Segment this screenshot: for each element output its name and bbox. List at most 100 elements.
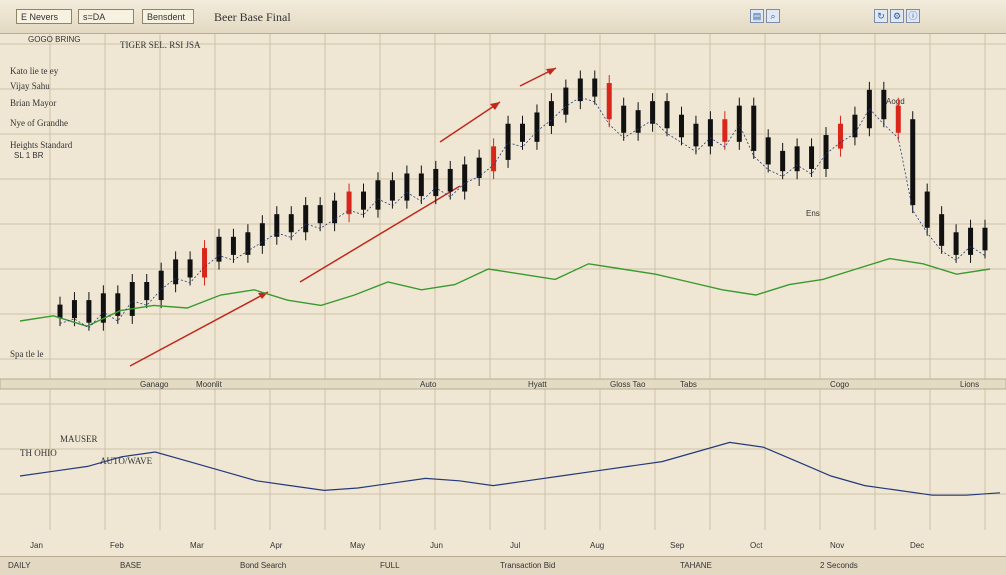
candle-body[interactable] bbox=[563, 87, 569, 115]
separator-label: Lions bbox=[960, 380, 979, 389]
lower-caption-a: MAUSER bbox=[60, 434, 98, 444]
candle-body[interactable] bbox=[520, 123, 525, 142]
lower-caption-c: AUTO/WAVE bbox=[100, 456, 153, 466]
axis-tick-label: Nov bbox=[830, 541, 844, 550]
candle-body[interactable] bbox=[245, 232, 251, 255]
status-item-3[interactable]: Bond Search bbox=[240, 560, 286, 572]
candle-body[interactable] bbox=[317, 205, 323, 224]
candle-body[interactable] bbox=[288, 214, 294, 233]
candle-body[interactable] bbox=[765, 137, 771, 165]
candle-body[interactable] bbox=[216, 236, 222, 262]
candle-body[interactable] bbox=[57, 304, 63, 319]
candle-body[interactable] bbox=[259, 223, 265, 246]
chart-area: Ganago Moonlit Auto Hyatt Gloss Tao Tabs Cogo L… bbox=[0, 34, 1006, 561]
candle-body[interactable] bbox=[910, 119, 916, 206]
candle-body[interactable] bbox=[389, 180, 395, 201]
axis-tick-label: Apr bbox=[270, 541, 283, 550]
axis-tick-label: Feb bbox=[110, 541, 124, 550]
candle-body[interactable] bbox=[230, 236, 236, 255]
candle-body[interactable] bbox=[693, 123, 699, 147]
candle-body[interactable] bbox=[534, 112, 540, 142]
candle-body[interactable] bbox=[548, 101, 554, 126]
candle-body[interactable] bbox=[202, 248, 208, 278]
peak-label: Aogd bbox=[886, 97, 905, 106]
axis-tick-label: Jan bbox=[30, 541, 43, 550]
zoom-icon[interactable]: ⌕ bbox=[766, 9, 780, 23]
candle-body[interactable] bbox=[953, 232, 959, 255]
separator-label: Ganago bbox=[140, 380, 169, 389]
refresh-icon[interactable]: ↻ bbox=[874, 9, 888, 23]
candle-body[interactable] bbox=[780, 150, 786, 172]
candle-body[interactable] bbox=[173, 259, 179, 285]
lower-caption-b: TH OHIO bbox=[20, 448, 57, 458]
info-icon[interactable]: ⓘ bbox=[906, 9, 920, 23]
candle-body[interactable] bbox=[924, 191, 930, 228]
candle-body[interactable] bbox=[650, 101, 656, 124]
candle-body[interactable] bbox=[158, 270, 164, 301]
candle-body[interactable] bbox=[895, 105, 901, 133]
candle-body[interactable] bbox=[491, 146, 497, 172]
status-item-5[interactable]: Transaction Bid bbox=[500, 560, 555, 572]
toolbar-item-2[interactable]: s=DA bbox=[78, 9, 134, 24]
candle-body[interactable] bbox=[332, 200, 338, 224]
axis-tick-label: Dec bbox=[910, 541, 924, 550]
separator-label: Gloss Tao bbox=[610, 380, 646, 389]
candle-body[interactable] bbox=[794, 146, 800, 172]
candle-body[interactable] bbox=[722, 119, 728, 142]
candle-body[interactable] bbox=[303, 205, 309, 233]
axis-tick-label: Sep bbox=[670, 541, 685, 550]
candle-body[interactable] bbox=[187, 259, 193, 278]
candle-body[interactable] bbox=[592, 78, 598, 97]
candle-body[interactable] bbox=[71, 300, 77, 319]
status-item-2[interactable]: BASE bbox=[120, 560, 141, 572]
separator-label: Cogo bbox=[830, 380, 850, 389]
candle-body[interactable] bbox=[982, 227, 988, 251]
status-item-1[interactable]: DAILY bbox=[8, 560, 31, 572]
separator-label: Hyatt bbox=[528, 380, 547, 389]
candle-body[interactable] bbox=[361, 191, 367, 210]
settings-icon[interactable]: ⚙ bbox=[890, 9, 904, 23]
candle-body[interactable] bbox=[433, 168, 439, 197]
candle-body[interactable] bbox=[837, 123, 843, 149]
candle-body[interactable] bbox=[621, 105, 627, 133]
status-item-6[interactable]: TAHANE bbox=[680, 560, 712, 572]
toolbar-item-1[interactable]: E Nevers bbox=[16, 9, 72, 24]
separator-label: Tabs bbox=[680, 380, 697, 389]
candle-body[interactable] bbox=[809, 146, 815, 169]
candle-body[interactable] bbox=[404, 173, 410, 201]
candle-body[interactable] bbox=[129, 282, 135, 316]
status-item-7[interactable]: 2 Seconds bbox=[820, 560, 858, 572]
axis-tick-label: Oct bbox=[750, 541, 763, 550]
status-item-4[interactable]: FULL bbox=[380, 560, 400, 572]
chart-canvas[interactable]: Ganago Moonlit Auto Hyatt Gloss Tao Tabs Cogo L… bbox=[0, 34, 1006, 556]
chart-icon[interactable]: ▤ bbox=[750, 9, 764, 23]
candle-body[interactable] bbox=[462, 164, 468, 192]
candle-body[interactable] bbox=[505, 123, 511, 160]
candle-body[interactable] bbox=[751, 105, 757, 151]
separator-label: Moonlit bbox=[196, 380, 223, 389]
candle-body[interactable] bbox=[664, 101, 670, 129]
trading-app: E Nevers s=DA Bensdent Beer Base Final ▤… bbox=[0, 0, 1006, 575]
candle-body[interactable] bbox=[852, 114, 858, 138]
toolbar: E Nevers s=DA Bensdent Beer Base Final ▤… bbox=[0, 0, 1006, 34]
candle-body[interactable] bbox=[707, 119, 713, 147]
legend-line-1: Kato lie te ey bbox=[10, 66, 59, 76]
candle-body[interactable] bbox=[968, 227, 974, 255]
candle-body[interactable] bbox=[881, 89, 887, 120]
axis-tick-label: Aug bbox=[590, 541, 604, 550]
legend-side-note: SL 1 BR bbox=[14, 151, 44, 160]
axis-tick-label: Jul bbox=[510, 541, 520, 550]
legend-line-3: Brian Mayor bbox=[10, 98, 56, 108]
candle-body[interactable] bbox=[375, 180, 381, 210]
toolbar-item-3[interactable]: Bensdent bbox=[142, 9, 194, 24]
candle-body[interactable] bbox=[447, 168, 453, 192]
candle-body[interactable] bbox=[678, 114, 684, 138]
candle-body[interactable] bbox=[144, 282, 150, 301]
candle-body[interactable] bbox=[418, 173, 424, 197]
candle-body[interactable] bbox=[86, 300, 92, 323]
lower-left-note: Spa tle le bbox=[10, 349, 44, 359]
candle-body[interactable] bbox=[823, 135, 829, 169]
candle-body[interactable] bbox=[939, 214, 945, 246]
candle-body[interactable] bbox=[606, 83, 612, 120]
window-title: Beer Base Final bbox=[214, 10, 291, 24]
